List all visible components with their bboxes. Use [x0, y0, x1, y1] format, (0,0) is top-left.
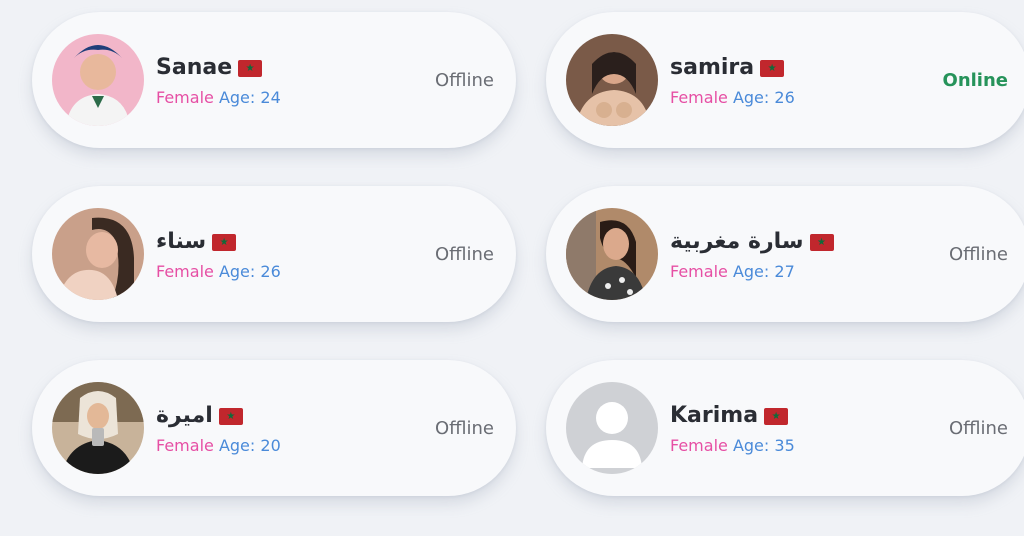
user-name[interactable]: اميرة — [156, 402, 213, 430]
user-card-grid: Sanae Female Age: 24 Offline samira Fema… — [0, 0, 1024, 536]
status-label: Offline — [948, 418, 1008, 439]
photo-avatar-icon[interactable] — [566, 34, 658, 126]
user-meta: Female Age: 35 — [670, 436, 795, 456]
user-card[interactable]: Sanae Female Age: 24 Offline — [32, 12, 516, 148]
age-value: 26 — [774, 88, 795, 107]
gender-label: Female — [156, 262, 214, 281]
morocco-flag-icon — [218, 407, 243, 425]
user-name[interactable]: سارة مغربية — [670, 228, 804, 256]
user-card[interactable]: Karima Female Age: 35 Offline — [546, 360, 1024, 496]
user-meta: Female Age: 27 — [670, 262, 795, 282]
age-label: Age: — [218, 262, 256, 281]
photo-avatar-icon[interactable] — [566, 208, 658, 300]
user-card[interactable]: اميرة Female Age: 20 Offline — [32, 360, 516, 496]
gender-label: Female — [670, 88, 728, 107]
morocco-flag-icon — [809, 233, 834, 251]
name-row: سناء — [156, 228, 237, 256]
age-value: 35 — [774, 436, 795, 455]
user-name[interactable]: Sanae — [156, 54, 232, 82]
age-label: Age: — [732, 436, 770, 455]
status-label: Offline — [434, 418, 494, 439]
status-label: Offline — [434, 244, 494, 265]
user-meta: Female Age: 24 — [156, 88, 281, 108]
gender-label: Female — [670, 262, 728, 281]
photo-avatar-icon[interactable] — [52, 382, 144, 474]
user-name[interactable]: سناء — [156, 228, 206, 256]
user-meta: Female Age: 26 — [670, 88, 795, 108]
user-card[interactable]: سناء Female Age: 26 Offline — [32, 186, 516, 322]
name-row: samira — [670, 54, 785, 82]
morocco-flag-icon — [764, 407, 789, 425]
status-label: Online — [942, 70, 1008, 91]
user-card[interactable]: samira Female Age: 26 Online — [546, 12, 1024, 148]
user-card[interactable]: سارة مغربية Female Age: 27 Offline — [546, 186, 1024, 322]
age-label: Age: — [218, 436, 256, 455]
name-row: Sanae — [156, 54, 263, 82]
age-value: 24 — [260, 88, 281, 107]
status-label: Offline — [434, 70, 494, 91]
gender-label: Female — [156, 436, 214, 455]
age-value: 26 — [260, 262, 281, 281]
age-value: 20 — [260, 436, 281, 455]
gender-label: Female — [670, 436, 728, 455]
name-row: سارة مغربية — [670, 228, 834, 256]
morocco-flag-icon — [760, 59, 785, 77]
photo-avatar-icon[interactable] — [52, 34, 144, 126]
morocco-flag-icon — [238, 59, 263, 77]
age-label: Age: — [218, 88, 256, 107]
photo-avatar-icon[interactable] — [52, 208, 144, 300]
user-meta: Female Age: 26 — [156, 262, 281, 282]
age-label: Age: — [732, 262, 770, 281]
morocco-flag-icon — [212, 233, 237, 251]
gender-label: Female — [156, 88, 214, 107]
user-meta: Female Age: 20 — [156, 436, 281, 456]
user-name[interactable]: samira — [670, 54, 754, 82]
age-value: 27 — [774, 262, 795, 281]
status-label: Offline — [948, 244, 1008, 265]
default-user-avatar-icon[interactable] — [566, 382, 658, 474]
age-label: Age: — [732, 88, 770, 107]
name-row: Karima — [670, 402, 789, 430]
name-row: اميرة — [156, 402, 243, 430]
user-name[interactable]: Karima — [670, 402, 758, 430]
